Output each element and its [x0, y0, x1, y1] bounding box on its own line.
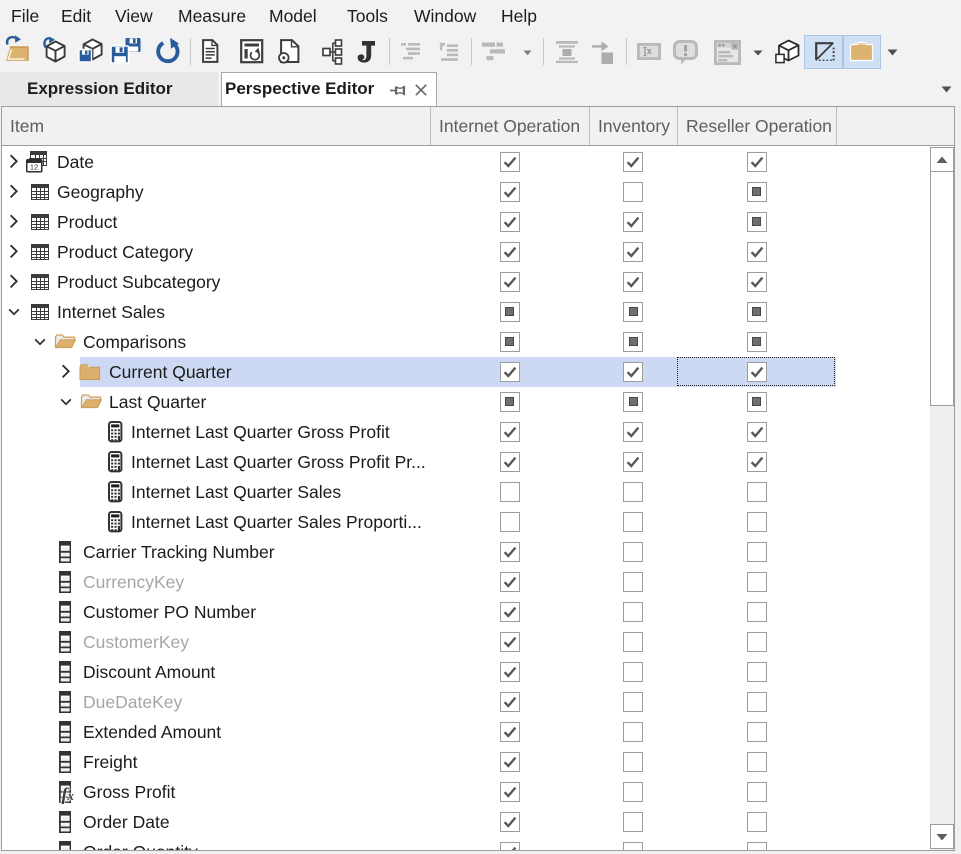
svg-text:12: 12: [30, 163, 38, 172]
